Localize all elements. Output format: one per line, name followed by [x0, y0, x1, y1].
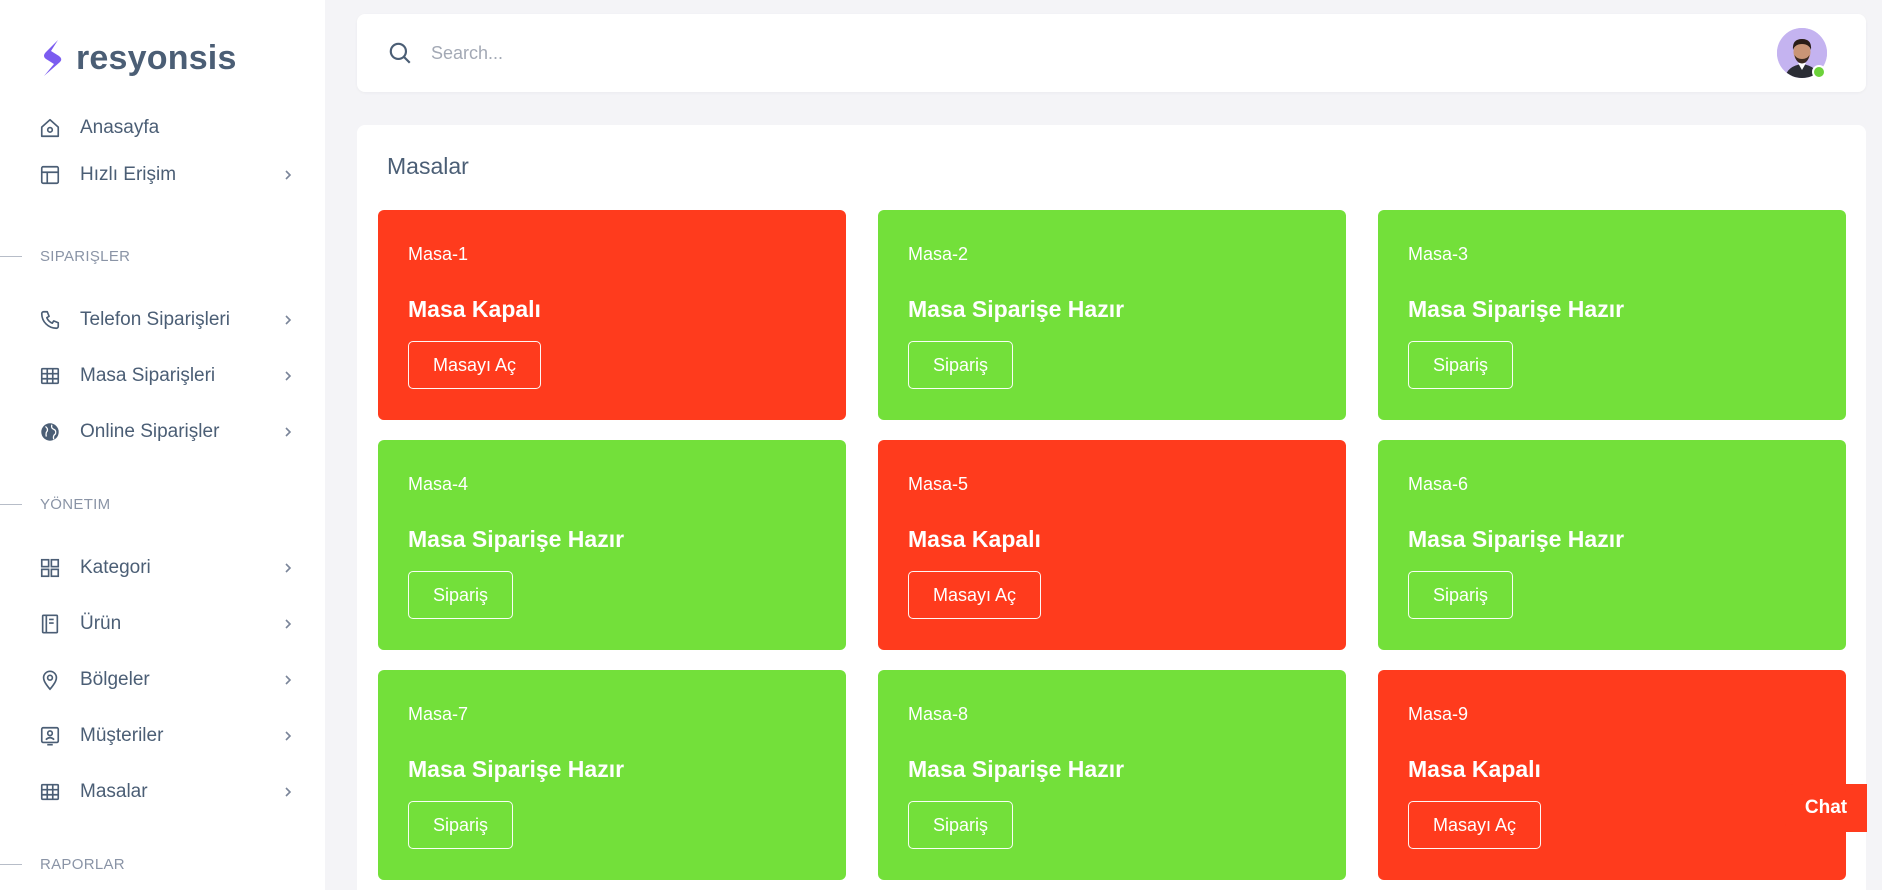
table-status: Masa Siparişe Hazır	[908, 296, 1125, 322]
chevron-right-icon	[278, 558, 298, 578]
table-tile-masa-3: Masa-3 Masa Siparişe Hazır Sipariş	[1378, 210, 1846, 420]
table-status: Masa Siparişe Hazır	[1408, 296, 1625, 322]
search-icon	[389, 42, 411, 64]
contact-icon	[36, 722, 64, 750]
table-tile-masa-8: Masa-8 Masa Siparişe Hazır Sipariş	[878, 670, 1346, 880]
table-tile-masa-9: Masa-9 Masa Kapalı Masayı Aç	[1378, 670, 1846, 880]
open-table-button[interactable]: Masayı Aç	[908, 571, 1042, 619]
table-tile-masa-4: Masa-4 Masa Siparişe Hazır Sipariş	[378, 440, 846, 650]
top-bar	[357, 14, 1866, 92]
brand-name: resyonsis	[76, 38, 237, 77]
search-input[interactable]	[431, 34, 1031, 72]
sidebar-item-label: Telefon Siparişleri	[80, 309, 230, 330]
order-button[interactable]: Sipariş	[408, 571, 514, 619]
phone-icon	[36, 306, 64, 334]
chat-button[interactable]: Chat	[1785, 784, 1867, 832]
table-icon	[36, 778, 64, 806]
sidebar-item-label: Müşteriler	[80, 725, 164, 746]
sidebar-item-online-siparisler[interactable]: Online Siparişler	[36, 412, 298, 452]
globe-icon	[36, 418, 64, 446]
sidebar-item-label: Masa Siparişleri	[80, 365, 216, 386]
order-button[interactable]: Sipariş	[1408, 341, 1514, 389]
table-name: Masa-5	[908, 474, 969, 494]
table-tile-masa-5: Masa-5 Masa Kapalı Masayı Aç	[878, 440, 1346, 650]
chevron-right-icon	[278, 422, 298, 442]
table-name: Masa-3	[1408, 244, 1469, 264]
section-label: RAPORLAR	[40, 855, 125, 873]
chevron-right-icon	[278, 366, 298, 386]
table-name: Masa-8	[908, 704, 969, 724]
table-tile-masa-2: Masa-2 Masa Siparişe Hazır Sipariş	[878, 210, 1346, 420]
table-tile-masa-1: Masa-1 Masa Kapalı Masayı Aç	[378, 210, 846, 420]
table-status: Masa Kapalı	[908, 526, 1041, 552]
table-name: Masa-4	[408, 474, 469, 494]
order-button[interactable]: Sipariş	[408, 801, 514, 849]
sidebar-item-label: Online Siparişler	[80, 421, 220, 442]
sidebar-item-kategori[interactable]: Kategori	[36, 548, 298, 588]
table-name: Masa-2	[908, 244, 969, 264]
order-button[interactable]: Sipariş	[1408, 571, 1514, 619]
map-pin-icon	[36, 666, 64, 694]
logo-mark-icon	[44, 40, 62, 76]
notebook-icon	[36, 610, 64, 638]
order-button[interactable]: Sipariş	[908, 801, 1014, 849]
table-name: Masa-7	[408, 704, 469, 724]
table-status: Masa Siparişe Hazır	[408, 756, 625, 782]
section-label: SIPARIŞLER	[40, 247, 131, 265]
table-status: Masa Siparişe Hazır	[408, 526, 625, 552]
sidebar-item-label: Bölgeler	[80, 669, 150, 690]
table-name: Masa-1	[408, 244, 469, 264]
chevron-right-icon	[278, 726, 298, 746]
sidebar-item-telefon-siparisleri[interactable]: Telefon Siparişleri	[36, 300, 298, 340]
sidebar-item-bolgeler[interactable]: Bölgeler	[36, 660, 298, 700]
table-name: Masa-9	[1408, 704, 1469, 724]
home-icon	[36, 114, 64, 142]
order-button[interactable]: Sipariş	[908, 341, 1014, 389]
section-header-yonetim: YÖNETIM	[0, 494, 110, 514]
chevron-right-icon	[278, 614, 298, 634]
chevron-right-icon	[278, 310, 298, 330]
section-header-siparisler: SIPARIŞLER	[0, 246, 130, 266]
table-status: Masa Kapalı	[1408, 756, 1541, 782]
table-name: Masa-6	[1408, 474, 1469, 494]
section-label: YÖNETIM	[40, 495, 111, 513]
table-tile-masa-7: Masa-7 Masa Siparişe Hazır Sipariş	[378, 670, 846, 880]
sidebar: resyonsis Anasayfa Hızlı Erişim SIPARIŞL…	[0, 0, 325, 890]
chevron-right-icon	[278, 782, 298, 802]
sidebar-item-label: Kategori	[80, 557, 151, 578]
chevron-right-icon	[278, 670, 298, 690]
sidebar-item-label: Masalar	[80, 781, 148, 802]
table-status: Masa Siparişe Hazır	[1408, 526, 1625, 552]
sidebar-item-label: Hızlı Erişim	[80, 164, 177, 185]
section-divider	[0, 255, 22, 257]
tables-card: Masalar Masa-1 Masa Kapalı Masayı Aç Mas…	[357, 125, 1866, 890]
sidebar-item-label: Anasayfa	[80, 117, 160, 138]
page-title: Masalar	[387, 153, 469, 179]
section-divider	[0, 503, 22, 505]
section-divider	[0, 863, 22, 865]
chevron-right-icon	[278, 165, 298, 185]
open-table-button[interactable]: Masayı Aç	[1408, 801, 1542, 849]
sidebar-item-musteriler[interactable]: Müşteriler	[36, 716, 298, 756]
table-status: Masa Kapalı	[408, 296, 541, 322]
sidebar-item-label: Ürün	[80, 613, 122, 634]
online-status-dot	[1812, 65, 1826, 79]
sidebar-item-urun[interactable]: Ürün	[36, 604, 298, 644]
sidebar-item-hizli-erisim[interactable]: Hızlı Erişim	[36, 155, 298, 195]
table-tile-masa-6: Masa-6 Masa Siparişe Hazır Sipariş	[1378, 440, 1846, 650]
layout-icon	[36, 161, 64, 189]
grid-icon	[36, 554, 64, 582]
sidebar-item-anasayfa[interactable]: Anasayfa	[36, 108, 298, 148]
table-icon	[36, 362, 64, 390]
sidebar-item-masalar[interactable]: Masalar	[36, 772, 298, 812]
table-status: Masa Siparişe Hazır	[908, 756, 1125, 782]
brand-logo[interactable]: resyonsis	[38, 36, 237, 80]
sidebar-item-masa-siparisleri[interactable]: Masa Siparişleri	[36, 356, 298, 396]
section-header-raporlar: RAPORLAR	[0, 854, 125, 874]
open-table-button[interactable]: Masayı Aç	[408, 341, 542, 389]
